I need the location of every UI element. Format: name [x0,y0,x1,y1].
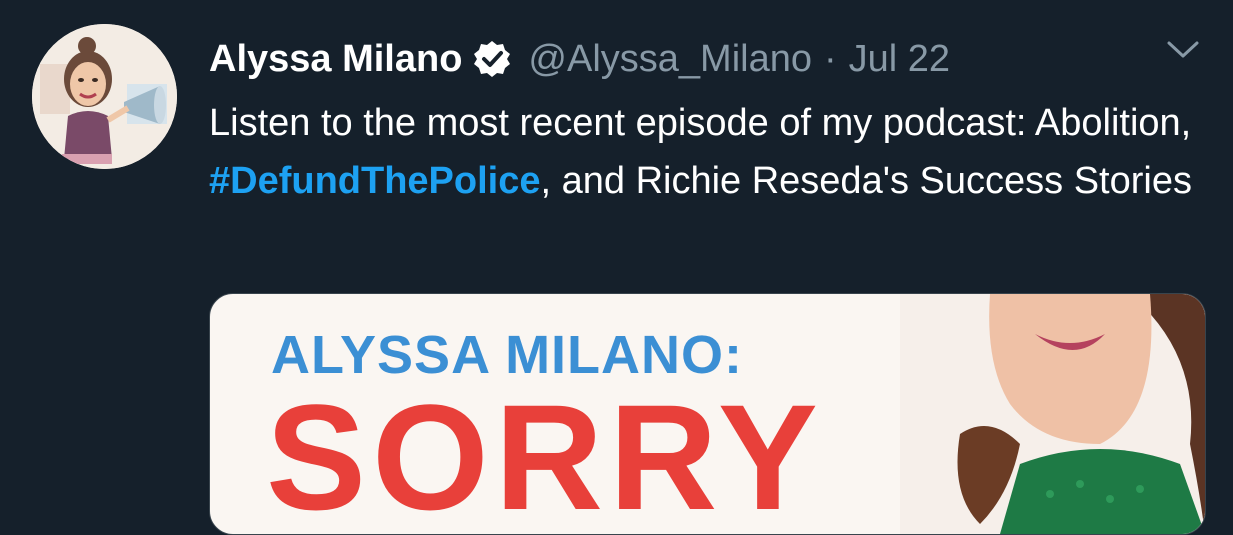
separator-dot: · [824,37,837,80]
card-photo [900,294,1205,534]
author-name[interactable]: Alyssa Milano [209,38,462,81]
author-handle[interactable]: @Alyssa_Milano [528,38,812,81]
card-title-line2: SORRY [266,373,824,535]
tweet-text-part: , and Richie Reseda's Success Stories [540,160,1192,202]
verified-badge-icon [472,39,512,79]
media-card[interactable]: ALYSSA MILANO: SORRY [209,293,1206,535]
hashtag-link[interactable]: #DefundThePolice [209,160,541,202]
avatar[interactable] [32,24,177,169]
tweet-date[interactable]: Jul 22 [849,38,950,81]
tweet-text: Listen to the most recent episode of my … [209,94,1209,210]
chevron-down-icon[interactable] [1163,38,1203,62]
tweet-text-part: Listen to the most recent episode of my … [209,102,1192,144]
tweet-header: Alyssa Milano @Alyssa_Milano · Jul 22 [209,34,950,84]
